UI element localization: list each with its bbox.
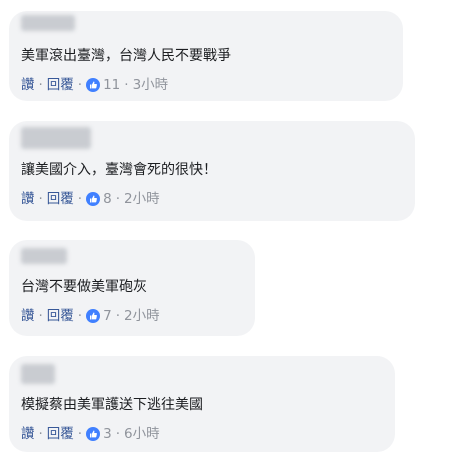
timestamp[interactable]: 2小時 (124, 191, 160, 207)
comment-bubble: 台灣不要做美軍砲灰 讚 · 回覆 · 7 · 2小時 (9, 240, 255, 336)
timestamp[interactable]: 6小時 (124, 426, 160, 442)
author-name-blurred[interactable] (21, 364, 55, 384)
like-count[interactable]: 11 (103, 77, 120, 93)
like-count[interactable]: 3 (103, 426, 112, 442)
thumbs-up-icon[interactable] (86, 192, 101, 206)
separator: · (38, 308, 43, 324)
separator: · (77, 191, 83, 207)
reply-link[interactable]: 回覆 (47, 77, 74, 93)
author-name-blurred[interactable] (21, 127, 91, 149)
separator: · (38, 191, 43, 207)
like-count[interactable]: 7 (103, 308, 112, 324)
separator: · (115, 426, 120, 442)
like-link[interactable]: 讚 (21, 308, 35, 324)
separator: · (124, 77, 129, 93)
comment-bubble: 美軍滾出臺灣，台灣人民不要戰爭 讚 · 回覆 · 11 · 3小時 (9, 11, 403, 101)
thumbs-up-icon[interactable] (86, 427, 101, 441)
reply-link[interactable]: 回覆 (47, 191, 74, 207)
author-name-blurred[interactable] (21, 15, 75, 31)
timestamp[interactable]: 2小時 (124, 308, 160, 324)
comment-actions: 讚 · 回覆 · 11 · 3小時 (21, 77, 168, 93)
thumbs-up-icon[interactable] (86, 78, 101, 92)
like-link[interactable]: 讚 (21, 191, 35, 207)
separator: · (77, 77, 83, 93)
like-count[interactable]: 8 (103, 191, 112, 207)
comment-actions: 讚 · 回覆 · 8 · 2小時 (21, 191, 160, 207)
author-name-blurred[interactable] (21, 248, 67, 264)
comment-text: 美軍滾出臺灣，台灣人民不要戰爭 (21, 48, 231, 64)
reply-link[interactable]: 回覆 (47, 308, 74, 324)
separator: · (115, 308, 120, 324)
comment-text: 模擬蔡由美軍護送下逃往美國 (21, 397, 203, 413)
comment-bubble: 模擬蔡由美軍護送下逃往美國 讚 · 回覆 · 3 · 6小時 (9, 356, 395, 452)
separator: · (38, 426, 43, 442)
comment-text: 讓美國介入，臺灣會死的很快！ (21, 162, 217, 178)
like-link[interactable]: 讚 (21, 77, 35, 93)
thumbs-up-icon[interactable] (86, 309, 101, 323)
comment-actions: 讚 · 回覆 · 7 · 2小時 (21, 308, 160, 324)
comment-text: 台灣不要做美軍砲灰 (21, 279, 147, 295)
separator: · (77, 308, 83, 324)
separator: · (38, 77, 43, 93)
reply-link[interactable]: 回覆 (47, 426, 74, 442)
timestamp[interactable]: 3小時 (133, 77, 169, 93)
separator: · (115, 191, 120, 207)
separator: · (77, 426, 83, 442)
comment-bubble: 讓美國介入，臺灣會死的很快！ 讚 · 回覆 · 8 · 2小時 (9, 121, 415, 221)
like-link[interactable]: 讚 (21, 426, 35, 442)
comment-actions: 讚 · 回覆 · 3 · 6小時 (21, 426, 160, 442)
